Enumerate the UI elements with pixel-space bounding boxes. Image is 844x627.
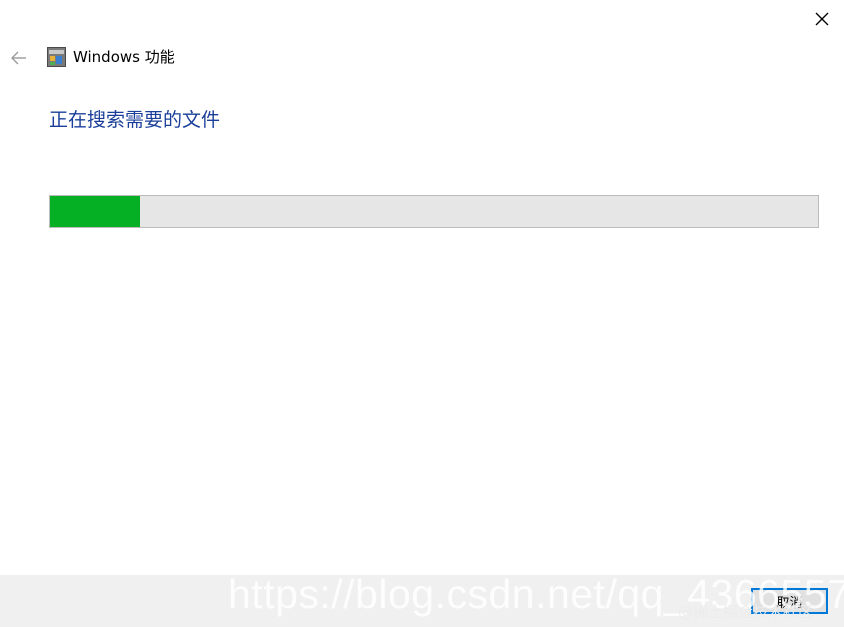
progress-fill bbox=[50, 196, 140, 227]
progress-bar bbox=[49, 195, 819, 228]
status-heading: 正在搜索需要的文件 bbox=[49, 109, 221, 131]
windows-features-dialog: Windows 功能 正在搜索需要的文件 取消 https://blog.csd… bbox=[0, 0, 844, 627]
window-title: Windows 功能 bbox=[73, 48, 175, 66]
close-icon bbox=[815, 12, 829, 26]
cancel-button[interactable]: 取消 bbox=[751, 588, 828, 614]
close-button[interactable] bbox=[800, 0, 844, 38]
windows-features-icon bbox=[47, 47, 66, 67]
back-arrow-icon bbox=[11, 51, 26, 65]
back-button[interactable] bbox=[4, 44, 34, 72]
dialog-footer bbox=[0, 575, 844, 627]
